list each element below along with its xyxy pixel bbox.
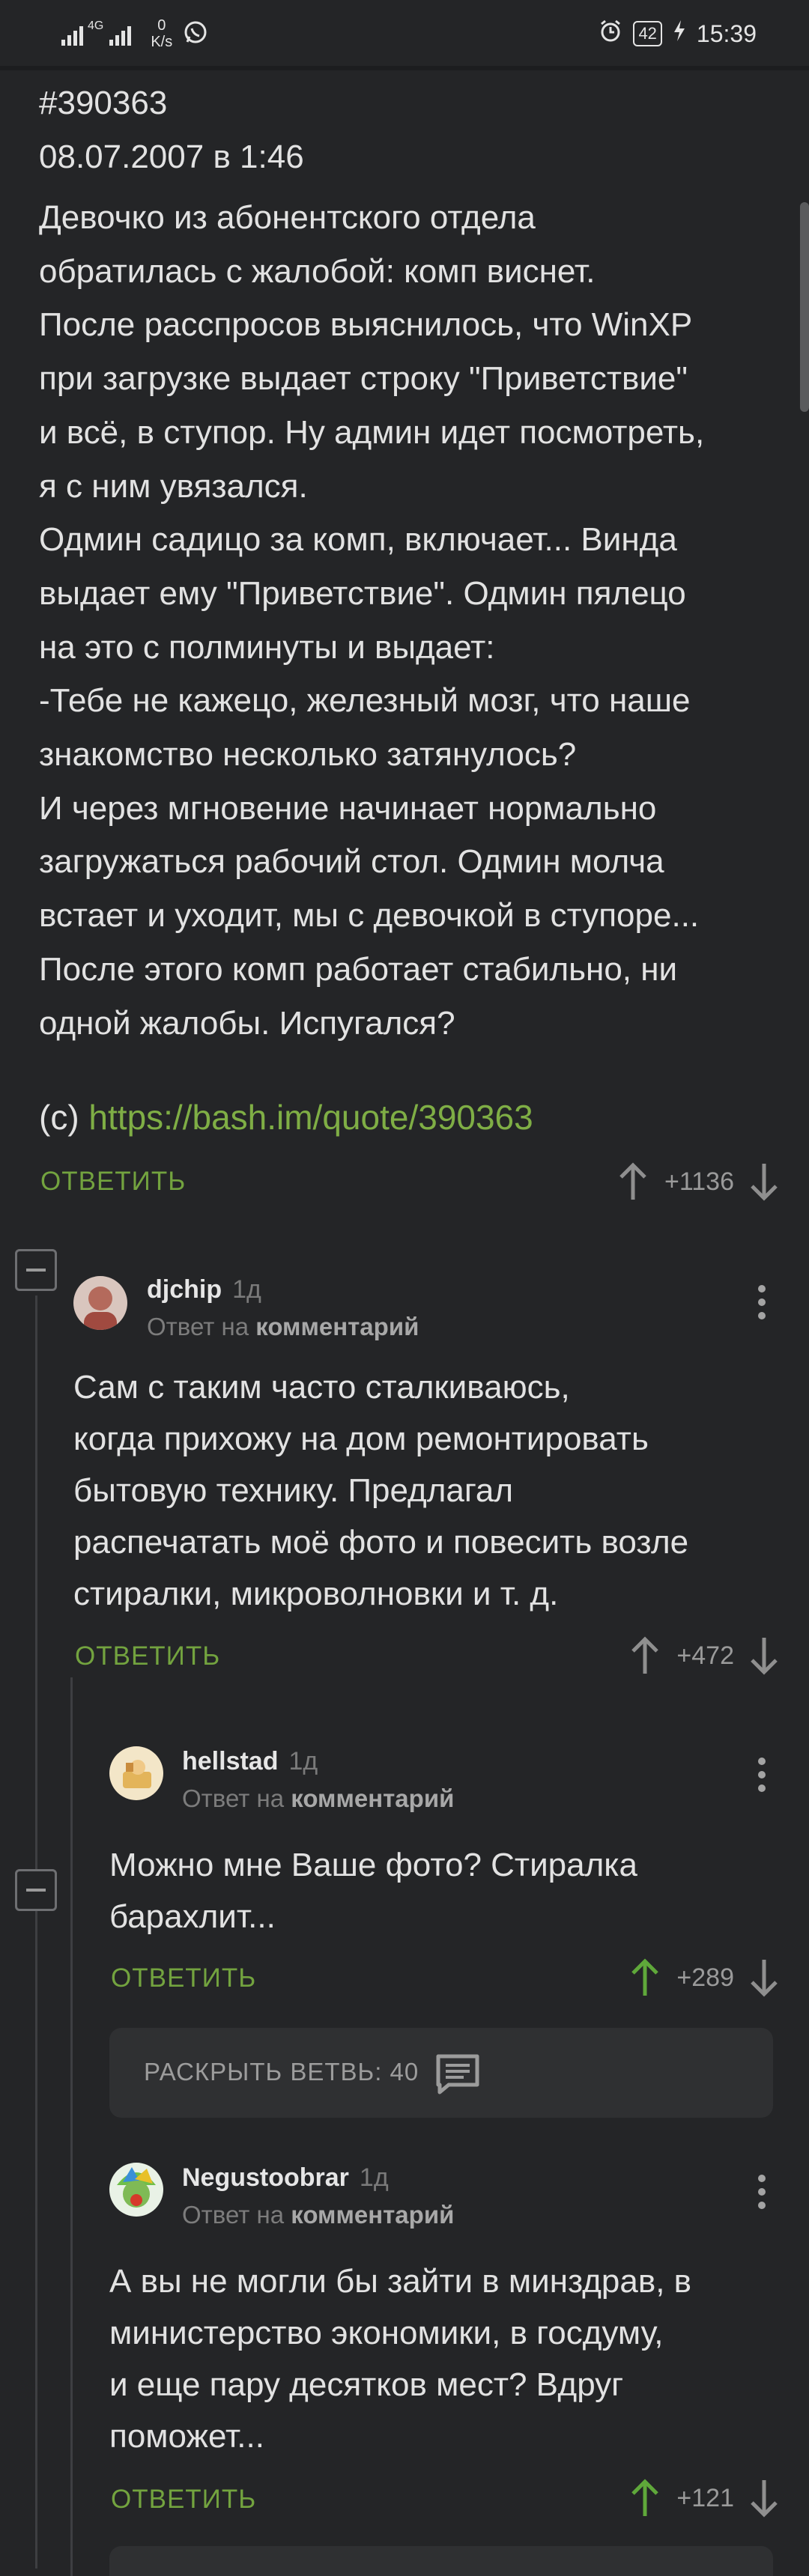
whatsapp-icon [183, 19, 208, 49]
comment-time: 1д [288, 1747, 318, 1775]
comment-time: 1д [359, 2163, 389, 2192]
collapse-icon[interactable] [15, 1249, 57, 1291]
post-line: После этого комп работает стабильно, ни [39, 950, 678, 988]
downvote-icon[interactable] [749, 1958, 779, 1997]
post-line: одной жалобы. Испугался? [39, 1004, 455, 1042]
post-line: -Тебе не кажецо, железный мозг, что наше [39, 682, 691, 720]
comment-author[interactable]: Negustoobrar 1д [182, 2163, 389, 2193]
collapse-icon[interactable] [15, 1869, 57, 1911]
post-line: при загрузке выдает строку "Приветствие" [39, 360, 688, 398]
post-id: #390363 [39, 85, 168, 121]
post-line: загружаться рабочий стол. Одмин молча [39, 843, 664, 881]
downvote-icon[interactable] [749, 1636, 779, 1675]
alarm-icon [599, 19, 622, 49]
scrollbar-thumb[interactable] [800, 202, 809, 412]
comment-rating: +121 [676, 2483, 734, 2512]
post-line: Одмин садицо за комп, включает... Винда [39, 521, 677, 559]
comment-time: 1д [232, 1275, 261, 1304]
reply-to[interactable]: Ответ на комментарий [182, 1784, 454, 1813]
post-line: Девочко из абонентского отдела [39, 199, 536, 236]
post-line: После расспросов выяснилось, что WinXP [39, 306, 693, 344]
post-date: 08.07.2007 в 1:46 [39, 139, 304, 175]
comment-text: Можно мне Ваше фото? Стиралка барахлит..… [109, 1847, 637, 1935]
thread-line-nested [70, 1677, 73, 2576]
avatar[interactable] [73, 1276, 127, 1330]
upvote-icon[interactable] [618, 1162, 648, 1201]
post-votes: +1136 [618, 1159, 779, 1204]
post-line: на это с полминуты и выдает: [39, 628, 495, 666]
post-line: встает и уходит, мы с девочкой в ступоре… [39, 897, 700, 935]
post-line: обратилась с жалобой: комп виснет. [39, 252, 596, 290]
comment-author[interactable]: djchip 1д [147, 1275, 261, 1304]
net-rate: 0 K/s [151, 17, 173, 50]
reply-to[interactable]: Ответ на комментарий [182, 2201, 454, 2229]
comment-votes: +472 [630, 1633, 779, 1678]
avatar[interactable] [109, 1746, 163, 1800]
network-type: 4G [88, 19, 104, 32]
post-body: Девочко из абонентского отдела обратилас… [39, 191, 788, 1050]
clock: 15:39 [696, 19, 757, 47]
reply-to[interactable]: Ответ на комментарий [147, 1313, 419, 1341]
post-line: и всё, в ступор. Ну админ идет посмотрет… [39, 413, 705, 451]
comment-rating: +472 [676, 1641, 734, 1670]
avatar[interactable] [109, 2163, 163, 2217]
post-source: (c) https://bash.im/quote/390363 [39, 1097, 533, 1137]
source-prefix: (c) [39, 1098, 89, 1137]
post-line: выдает ему "Приветствие". Одмин пялецо [39, 574, 686, 612]
reply-button[interactable]: ОТВЕТИТЬ [40, 1167, 186, 1197]
post-line: И через мгновение начинает нормально [39, 789, 657, 827]
expand-branch-button[interactable]: РАСКРЫТЬ ВЕТВЬ: 40 [109, 2028, 773, 2118]
downvote-icon[interactable] [749, 1162, 779, 1201]
comment-text: Сам с таким часто сталкиваюсь, когда при… [73, 1369, 689, 1612]
downvote-icon[interactable] [749, 2479, 779, 2518]
thread-line [35, 1295, 37, 2569]
battery-icon: 42 [633, 21, 662, 46]
comment-votes: +289 [630, 1955, 779, 2000]
comment-votes: +121 [630, 2476, 779, 2521]
source-link[interactable]: https://bash.im/quote/390363 [88, 1098, 533, 1137]
charging-icon [673, 19, 686, 48]
more-options-icon[interactable] [758, 1285, 766, 1325]
comment-text: А вы не могли бы зайти в минздрав, в мин… [109, 2263, 692, 2455]
signal-icon [61, 22, 83, 46]
more-options-icon[interactable] [758, 1758, 766, 1798]
post-rating: +1136 [664, 1167, 734, 1196]
post-line: я с ним увязался. [39, 467, 308, 505]
next-card[interactable] [109, 2546, 773, 2576]
upvote-icon[interactable] [630, 2479, 660, 2518]
reply-button[interactable]: ОТВЕТИТЬ [75, 1641, 220, 1671]
comment-rating: +289 [676, 1963, 734, 1992]
divider [0, 66, 809, 70]
reply-button[interactable]: ОТВЕТИТЬ [111, 1963, 256, 1993]
comment-author[interactable]: hellstad 1д [182, 1747, 318, 1776]
status-bar: 4G 0 K/s 42 15:39 [0, 0, 809, 67]
reply-button[interactable]: ОТВЕТИТЬ [111, 2485, 256, 2515]
signal-2-icon [109, 22, 132, 46]
upvote-icon[interactable] [630, 1636, 660, 1675]
more-options-icon[interactable] [758, 2175, 766, 2215]
comments-icon [434, 2053, 482, 2099]
upvote-icon[interactable] [630, 1958, 660, 1997]
expand-branch-label: РАСКРЫТЬ ВЕТВЬ: 40 [144, 2058, 419, 2086]
post-line: знакомство несколько затянулось? [39, 736, 577, 774]
